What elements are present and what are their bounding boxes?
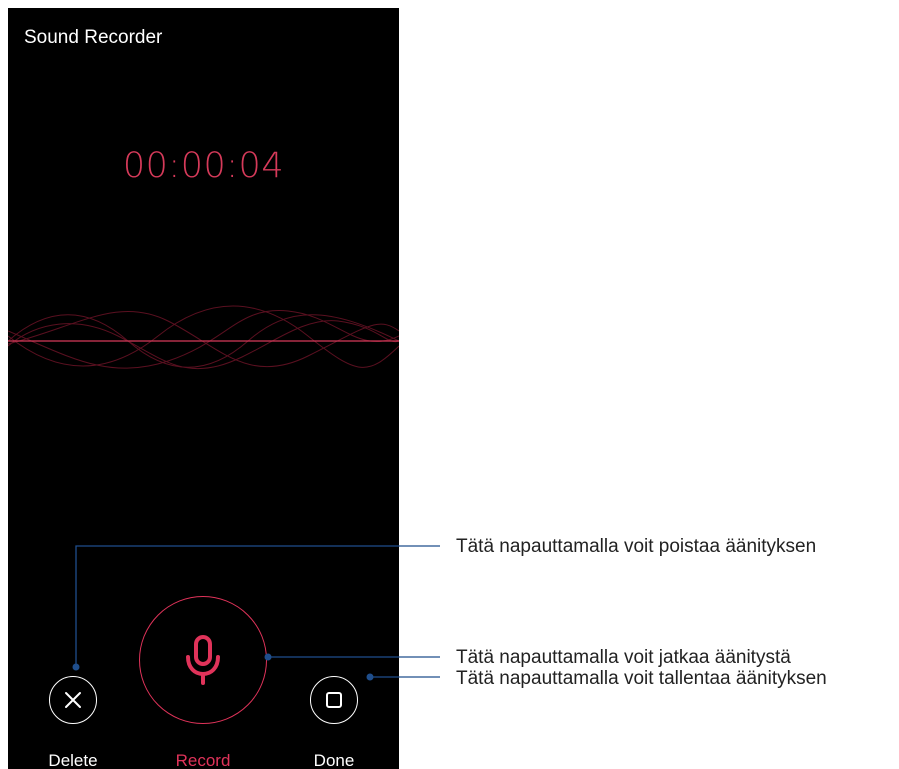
callout-record-text: Tätä napauttamalla voit jatkaa äänitystä <box>456 647 791 668</box>
delete-button[interactable] <box>49 676 97 724</box>
waveform-trace-5 <box>8 310 399 368</box>
page: Sound Recorder 00:00:04 Delete Record Do… <box>0 0 899 769</box>
app-title: Sound Recorder <box>24 27 163 48</box>
sound-recorder-screen: Sound Recorder 00:00:04 Delete Record Do… <box>8 8 399 769</box>
waveform-visualizer <box>8 305 399 370</box>
delete-button-label: Delete <box>48 751 98 769</box>
record-button[interactable] <box>139 596 267 724</box>
stop-square-icon <box>326 692 342 708</box>
record-button-label: Record <box>175 751 231 769</box>
microphone-icon <box>186 635 220 685</box>
elapsed-timer: 00:00:04 <box>122 146 285 186</box>
callout-delete-text: Tätä napauttamalla voit poistaa äänityks… <box>456 536 817 557</box>
callout-done-text: Tätä napauttamalla voit tallentaa äänity… <box>456 668 827 689</box>
done-button[interactable] <box>310 676 358 724</box>
close-icon <box>65 692 81 708</box>
done-button-label: Done <box>313 751 355 769</box>
